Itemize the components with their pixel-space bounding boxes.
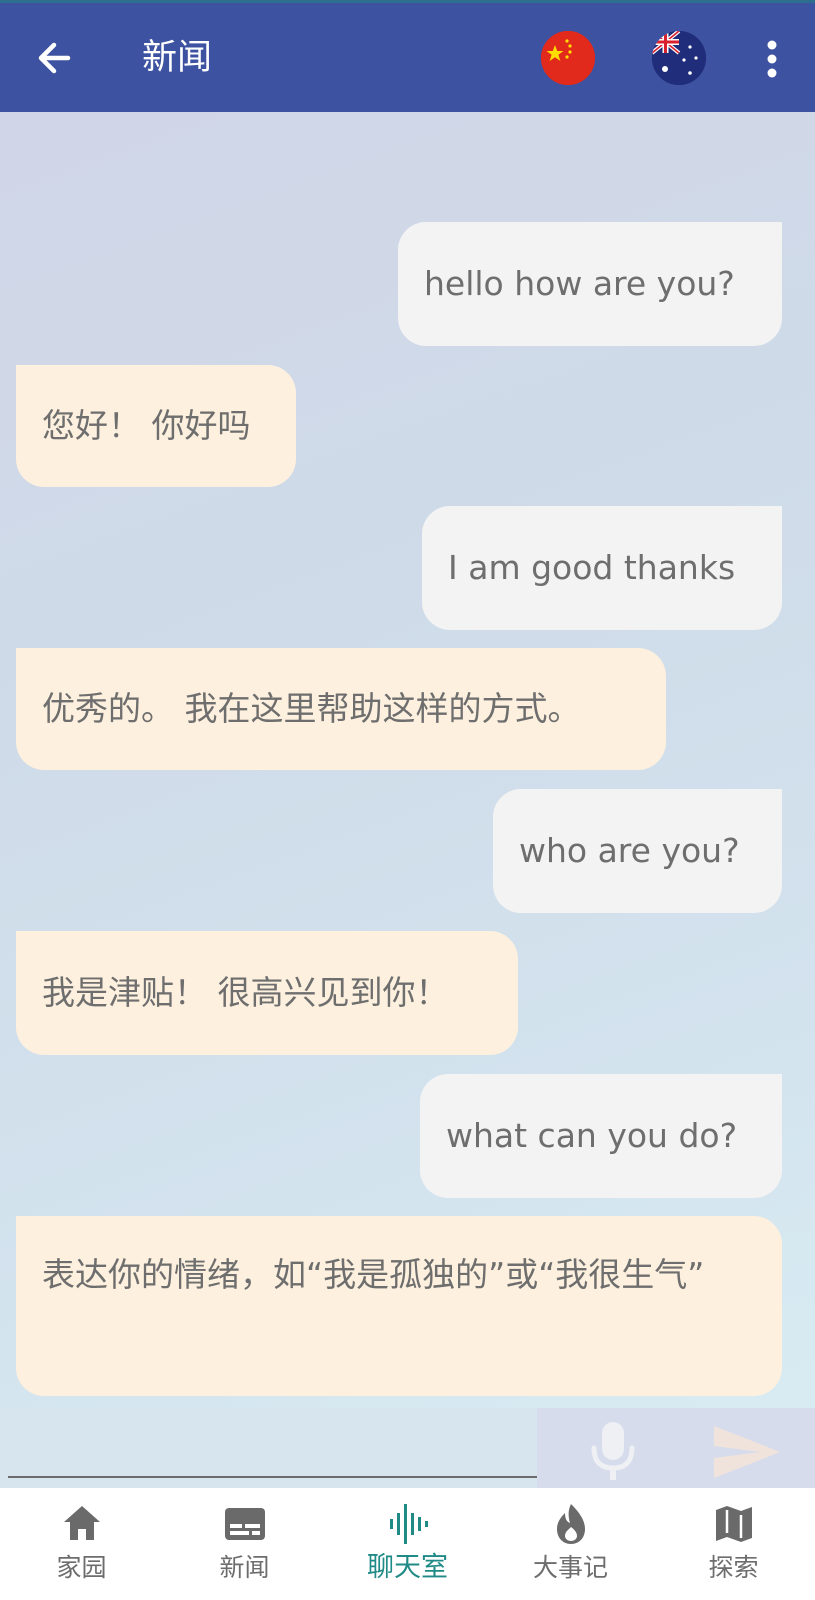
message-text: 表达你的情绪，如“我是孤独的”或“我很生气” — [42, 1255, 705, 1294]
sent-message: what can you do? — [420, 1074, 782, 1198]
microphone-button[interactable] — [588, 1420, 638, 1482]
app-bar: 新闻 — [0, 0, 815, 112]
nav-label: 新闻 — [219, 1553, 270, 1582]
australia-flag-icon — [652, 31, 706, 85]
nav-item-home[interactable]: 家园 — [0, 1488, 163, 1600]
flame-icon — [556, 1504, 585, 1544]
map-icon — [715, 1506, 752, 1542]
message-text: 我是津贴！ 很高兴见到你！ — [42, 973, 449, 1012]
arrow-left-icon — [38, 42, 71, 74]
source-language-flag-button[interactable] — [541, 31, 595, 85]
more-options-button[interactable] — [752, 37, 792, 81]
back-button[interactable] — [30, 33, 80, 83]
message-text: what can you do? — [446, 1116, 738, 1155]
chat-area[interactable]: hello how are you? 您好！ 你好吗 I am good tha… — [0, 112, 815, 1408]
message-text: who are you? — [519, 831, 740, 870]
nav-item-explore[interactable]: 探索 — [652, 1488, 815, 1600]
page-title: 新闻 — [142, 38, 213, 78]
microphone-icon — [591, 1422, 635, 1480]
china-flag-icon — [541, 31, 595, 85]
sent-message: hello how are you? — [398, 222, 782, 346]
received-message: 表达你的情绪，如“我是孤独的”或“我很生气” — [16, 1216, 782, 1396]
nav-label: 家园 — [56, 1553, 107, 1582]
send-icon — [714, 1426, 780, 1478]
bottom-navigation: 家园 新闻 聊天室 大事记 探索 — [0, 1488, 815, 1600]
message-text: I am good thanks — [448, 548, 736, 587]
home-icon — [63, 1506, 100, 1540]
nav-item-chatroom[interactable]: 聊天室 — [326, 1488, 489, 1600]
received-message: 我是津贴！ 很高兴见到你！ — [16, 931, 518, 1055]
news-icon — [224, 1508, 265, 1540]
received-message: 优秀的。 我在这里帮助这样的方式。 — [16, 648, 666, 770]
nav-label: 大事记 — [532, 1553, 608, 1582]
message-input[interactable] — [8, 1430, 537, 1478]
nav-label: 探索 — [708, 1553, 759, 1582]
sent-message: I am good thanks — [422, 506, 782, 630]
received-message: 您好！ 你好吗 — [16, 365, 296, 487]
message-text: 优秀的。 我在这里帮助这样的方式。 — [42, 689, 581, 728]
message-text: 您好！ 你好吗 — [42, 406, 251, 445]
nav-item-news[interactable]: 新闻 — [163, 1488, 326, 1600]
sent-message: who are you? — [493, 789, 782, 913]
message-text: hello how are you? — [424, 264, 735, 303]
send-button[interactable] — [712, 1424, 782, 1480]
target-language-flag-button[interactable] — [652, 31, 706, 85]
message-composer — [0, 1408, 815, 1488]
voice-wave-icon — [389, 1504, 428, 1544]
nav-item-events[interactable]: 大事记 — [489, 1488, 652, 1600]
more-vertical-icon — [767, 40, 777, 78]
nav-label: 聊天室 — [367, 1552, 448, 1583]
